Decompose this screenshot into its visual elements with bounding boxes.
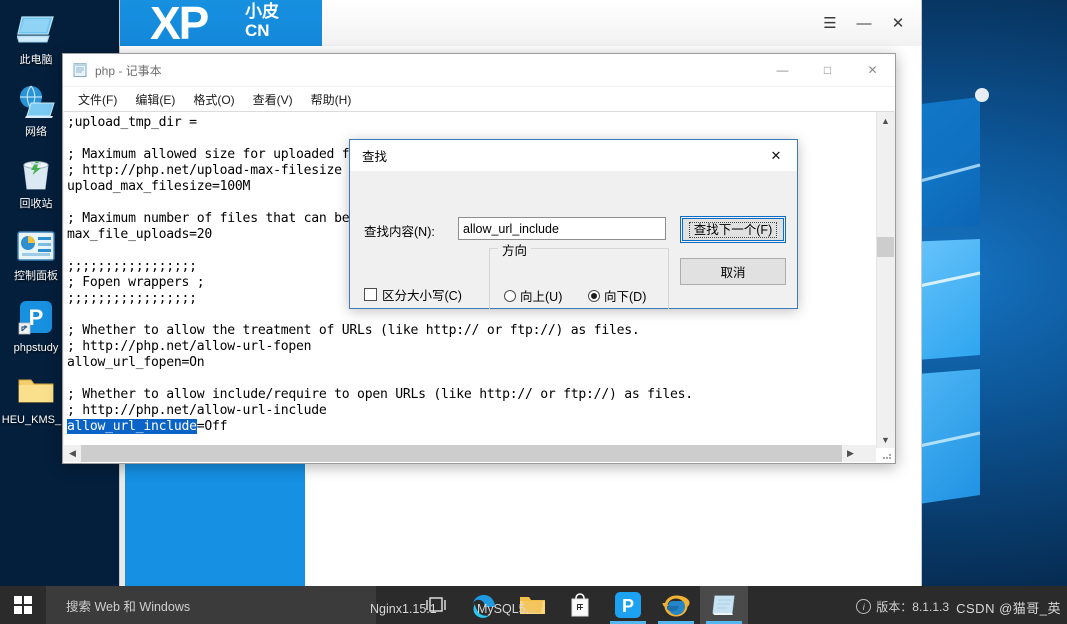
task-view-button[interactable] (412, 586, 460, 624)
vertical-scroll-thumb[interactable] (877, 237, 894, 257)
find-dialog-title: 查找 (362, 150, 388, 164)
info-icon: i (856, 599, 872, 614)
radio-icon (504, 289, 516, 302)
notepad-line: ; Whether to allow the treatment of URLs… (67, 323, 640, 338)
notepad-line (67, 371, 867, 387)
checkbox-icon (364, 288, 377, 301)
find-dialog-titlebar[interactable]: 查找 ✕ (350, 140, 797, 171)
close-icon[interactable]: ✕ (850, 55, 895, 86)
taskbar-items: P (412, 586, 748, 624)
notepad-line (67, 307, 867, 323)
notepad-titlebar[interactable]: php - 记事本 — □ ✕ (63, 54, 895, 87)
cancel-button[interactable]: 取消 (680, 258, 786, 285)
notepad-line: ; http://php.net/allow-url-fopen (67, 339, 312, 354)
menu-edit[interactable]: 编辑(E) (128, 89, 182, 110)
version-text: 版本：8.1.1.3 (876, 600, 949, 614)
search-input[interactable]: 搜索 Web 和 Windows (46, 586, 376, 624)
notepad-line: allow_url_include=Off (67, 419, 228, 434)
scroll-up-icon[interactable]: ▲ (877, 112, 894, 129)
notepad-window-controls: — □ ✕ (760, 55, 895, 86)
menu-help[interactable]: 帮助(H) (304, 89, 359, 110)
resize-grip-icon[interactable] (881, 449, 893, 461)
phpstudy-titlebar: XP 小皮 CN ☰ — ✕ (120, 0, 921, 47)
find-next-button-label: 查找下一个(F) (688, 221, 778, 238)
taskbar-edge[interactable] (460, 586, 508, 624)
direction-legend: 方向 (498, 240, 532, 259)
scroll-down-icon[interactable]: ▼ (877, 431, 894, 448)
find-next-button[interactable]: 查找下一个(F) (680, 216, 786, 243)
radio-direction-down[interactable]: 向下(D) (588, 286, 646, 305)
notepad-icon (712, 595, 735, 615)
maximize-icon[interactable]: □ (805, 55, 850, 86)
edge-icon (472, 594, 495, 618)
radio-direction-down-label: 向下(D) (604, 290, 647, 304)
phpstudy-logo-xp: XP (150, 0, 209, 46)
scroll-left-icon[interactable]: ◀ (64, 445, 81, 462)
ie-icon (662, 595, 690, 617)
menu-view[interactable]: 查看(V) (246, 89, 300, 110)
start-button[interactable] (0, 586, 46, 624)
match-case-checkbox[interactable]: 区分大小写(C) (364, 285, 462, 304)
horizontal-scroll-thumb[interactable] (81, 445, 842, 462)
notepad-menubar: 文件(F) 编辑(E) 格式(O) 查看(V) 帮助(H) (63, 87, 895, 111)
notepad-vertical-scrollbar[interactable]: ▲ ▼ (876, 112, 894, 448)
taskbar-notepad[interactable] (700, 586, 748, 624)
notepad-line: ; Whether to allow include/require to op… (67, 387, 693, 402)
match-case-label: 区分大小写(C) (382, 289, 462, 303)
close-icon[interactable]: ✕ (755, 141, 797, 171)
phpstudy-logo-cn: 小皮 CN (245, 2, 279, 40)
scroll-right-icon[interactable]: ▶ (842, 445, 859, 462)
svg-text:P: P (29, 305, 44, 330)
selected-text: allow_url_include (67, 419, 197, 434)
radio-icon-selected (588, 289, 600, 302)
folder-icon (519, 597, 545, 614)
minimize-icon[interactable]: — (760, 55, 805, 86)
phpstudy-logo-cn-line2: CN (245, 21, 270, 40)
taskbar-store[interactable] (556, 586, 604, 624)
svg-text:P: P (622, 596, 634, 616)
notepad-line: ;upload_tmp_dir = (67, 115, 197, 130)
phpstudy-logo-cn-line1: 小皮 (245, 2, 279, 21)
desktop: 此电脑 网络 回收站 控制面板 P phpstudy HEU_KMS_... X… (0, 0, 1067, 624)
phpstudy-window-controls: ☰ — ✕ (815, 0, 913, 46)
menu-format[interactable]: 格式(O) (186, 89, 241, 110)
hamburger-menu-icon[interactable]: ☰ (815, 8, 845, 38)
notepad-line: allow_url_fopen=On (67, 355, 205, 370)
windows-start-icon (14, 596, 32, 614)
minimize-icon[interactable]: — (849, 8, 879, 38)
store-icon (571, 593, 589, 617)
taskbar-file-explorer[interactable] (508, 586, 556, 624)
phpstudy-logo: XP 小皮 CN (120, 0, 322, 46)
phpstudy-icon: P (615, 592, 641, 618)
find-what-input[interactable] (458, 217, 666, 240)
find-what-label: 查找内容(N): (364, 225, 435, 239)
radio-direction-up-label: 向上(U) (520, 290, 563, 304)
find-dialog-body: 查找内容(N): 查找下一个(F) 取消 方向 向上(U) 向下(D) 区分大小… (350, 171, 797, 310)
notepad-title-text: php - 记事本 (95, 63, 162, 78)
taskbar-internet-explorer[interactable] (652, 586, 700, 624)
system-tray (1063, 586, 1067, 624)
this-pc-icon (0, 8, 72, 52)
version-status: i 版本：8.1.1.3 (856, 598, 949, 615)
notepad-line: ; http://php.net/allow-url-include (67, 403, 327, 418)
notepad-icon (72, 62, 88, 78)
task-view-icon (426, 597, 446, 612)
close-icon[interactable]: ✕ (883, 8, 913, 38)
menu-file[interactable]: 文件(F) (71, 89, 124, 110)
find-dialog: 查找 ✕ 查找内容(N): 查找下一个(F) 取消 方向 向上(U) 向下(D) (349, 139, 798, 310)
notepad-horizontal-scrollbar[interactable]: ◀ ▶ (64, 445, 876, 462)
phpstudy-sidebar-panel[interactable] (125, 446, 305, 604)
taskbar-phpstudy[interactable]: P (604, 586, 652, 624)
csdn-watermark: CSDN @猫哥_英 (956, 601, 1061, 616)
radio-direction-up[interactable]: 向上(U) (504, 286, 562, 305)
